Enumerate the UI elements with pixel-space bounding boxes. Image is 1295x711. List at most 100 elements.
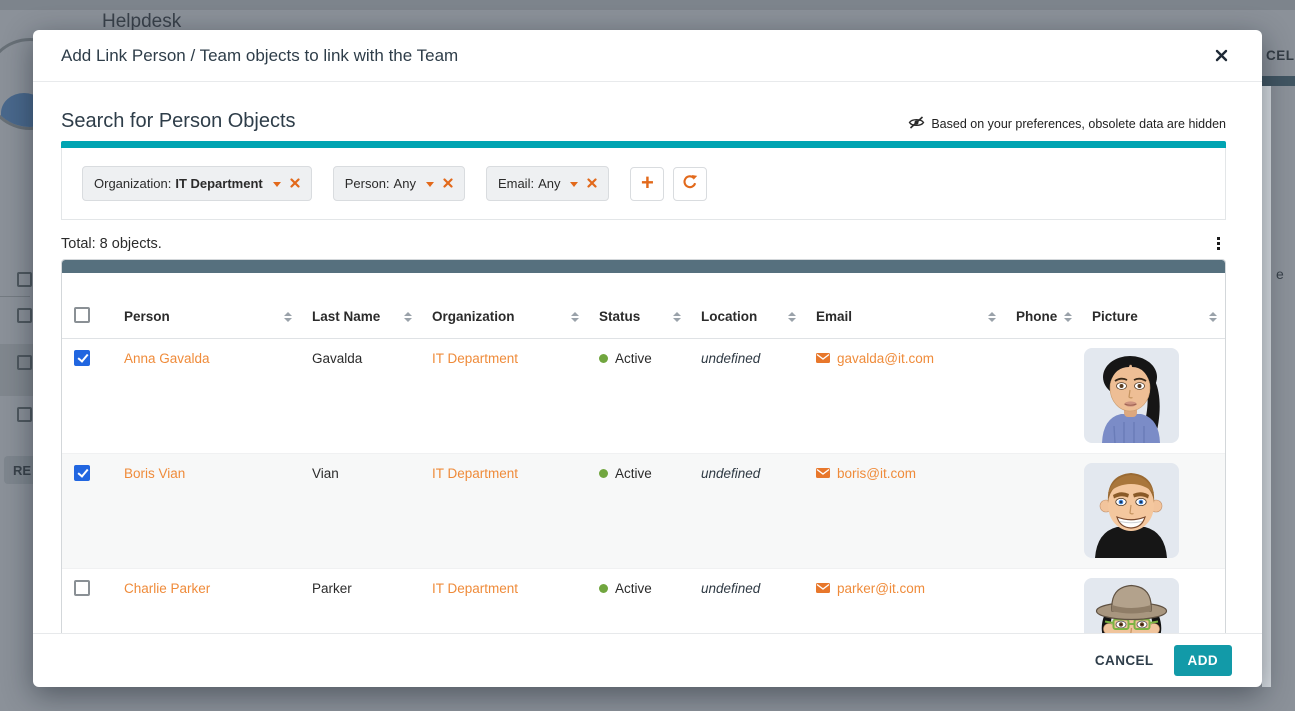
modal-footer: CANCEL ADD [33,633,1262,687]
row-checkbox[interactable] [74,580,90,596]
page-scrollbar [1262,86,1271,687]
sort-icon[interactable] [673,312,681,322]
cancel-button[interactable]: CANCEL [1095,653,1154,668]
filter-panel: Organization: IT Department Person: Any … [61,148,1226,220]
row-checkbox[interactable] [74,350,90,366]
background-text-fragment: e [1276,266,1284,282]
person-link[interactable]: Charlie Parker [124,581,210,596]
sort-icon[interactable] [1064,312,1072,322]
table-row: Anna Gavalda Gavalda IT Department Activ… [62,339,1226,454]
column-header-last-name[interactable]: Last Name [302,273,422,339]
email-link[interactable]: gavalda@it.com [837,351,934,366]
table-header-row: Person Last Name Organization Status Loc… [62,273,1226,339]
accent-divider [61,141,1226,148]
remove-filter-icon[interactable] [587,176,597,191]
add-button[interactable]: ADD [1174,645,1232,676]
envelope-icon [816,581,830,596]
column-header-phone[interactable]: Phone [1006,273,1082,339]
background-checkbox [17,308,32,323]
status-badge: Active [615,351,652,366]
background-remove-button-partial: RE [4,456,34,484]
status-dot [599,354,608,363]
table-row: Charlie Parker Parker IT Department Acti… [62,569,1226,634]
email-link[interactable]: parker@it.com [837,581,925,596]
caret-down-icon[interactable] [426,182,434,187]
last-name-cell: Parker [312,581,352,596]
column-header-status[interactable]: Status [589,273,691,339]
background-section-bar [1262,76,1295,86]
column-header-email[interactable]: Email [806,273,1006,339]
column-header-picture[interactable]: Picture [1082,273,1226,339]
remove-filter-icon[interactable] [290,176,300,191]
filter-value: IT Department [175,176,262,191]
sort-icon[interactable] [284,312,292,322]
filter-chip-organization[interactable]: Organization: IT Department [82,166,312,201]
filter-label: Email: [498,176,534,191]
background-checkbox [17,407,32,422]
last-name-cell: Gavalda [312,351,362,366]
envelope-icon [816,466,830,481]
avatar-anna [1084,348,1179,443]
location-cell: undefined [701,466,760,481]
avatar-charlie [1084,578,1179,633]
filter-chip-person[interactable]: Person: Any [333,166,465,201]
caret-down-icon[interactable] [570,182,578,187]
sort-icon[interactable] [988,312,996,322]
kebab-menu-icon[interactable] [1211,235,1226,252]
modal-title: Add Link Person / Team objects to link w… [61,46,458,66]
total-objects-text: Total: 8 objects. [61,236,162,252]
avatar-boris [1084,463,1179,558]
table-row: Boris Vian Vian IT Department Active und… [62,454,1226,569]
background-checkbox [17,272,32,287]
add-link-modal: Add Link Person / Team objects to link w… [33,30,1262,687]
row-checkbox[interactable] [74,465,90,481]
column-header-organization[interactable]: Organization [422,273,589,339]
sort-icon[interactable] [788,312,796,322]
results-table-container: Person Last Name Organization Status Loc… [61,259,1226,633]
caret-down-icon[interactable] [273,182,281,187]
email-link[interactable]: boris@it.com [837,466,916,481]
modal-body: Search for Person Objects Based on your … [33,82,1262,633]
column-header-location[interactable]: Location [691,273,806,339]
background-row-highlight [0,344,33,396]
status-dot [599,469,608,478]
background-checkbox [17,355,32,370]
organization-link[interactable]: IT Department [432,466,518,481]
add-filter-button[interactable]: + [630,167,664,201]
location-cell: undefined [701,351,760,366]
filter-value: Any [538,176,560,191]
location-cell: undefined [701,581,760,596]
background-divider [0,296,30,297]
person-link[interactable]: Anna Gavalda [124,351,210,366]
status-badge: Active [615,466,652,481]
remove-filter-icon[interactable] [443,176,453,191]
status-dot [599,584,608,593]
filter-label: Person: [345,176,390,191]
background-cancel-button-partial: CEL [1266,48,1295,63]
modal-header: Add Link Person / Team objects to link w… [33,30,1262,82]
sort-icon[interactable] [571,312,579,322]
search-section-title: Search for Person Objects [61,110,296,133]
refresh-icon [682,174,698,193]
filter-value: Any [394,176,416,191]
obsolete-data-note: Based on your preferences, obsolete data… [908,116,1226,133]
select-all-checkbox[interactable] [74,307,90,323]
organization-link[interactable]: IT Department [432,581,518,596]
last-name-cell: Vian [312,466,339,481]
sort-icon[interactable] [404,312,412,322]
close-icon[interactable] [1211,45,1232,66]
table-top-bar [62,260,1225,273]
status-badge: Active [615,581,652,596]
filter-chip-email[interactable]: Email: Any [486,166,610,201]
eye-slash-icon [908,116,925,132]
filter-label: Organization: [94,176,171,191]
background-top-bar [0,0,1295,10]
person-link[interactable]: Boris Vian [124,466,185,481]
sort-icon[interactable] [1209,312,1217,322]
column-header-person[interactable]: Person [114,273,302,339]
refresh-button[interactable] [673,167,707,201]
organization-link[interactable]: IT Department [432,351,518,366]
results-table: Person Last Name Organization Status Loc… [62,273,1226,633]
envelope-icon [816,351,830,366]
plus-icon: + [641,172,654,194]
